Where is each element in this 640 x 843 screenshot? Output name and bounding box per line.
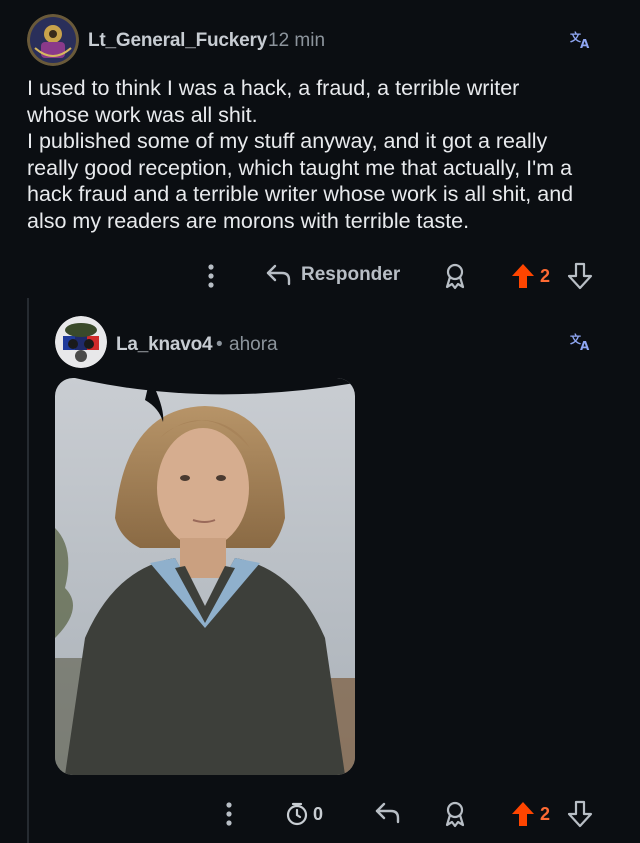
- reply-label: Responder: [301, 264, 401, 285]
- translate-icon[interactable]: 文 A: [570, 332, 592, 357]
- reply-button[interactable]: Responder: [265, 262, 400, 288]
- username[interactable]: La_knavo4: [116, 334, 213, 356]
- upvote-button[interactable]: 2: [510, 800, 550, 828]
- score: 2: [540, 265, 551, 286]
- comment-body: I used to think I was a hack, a fraud, a…: [27, 76, 574, 233]
- separator: •: [216, 334, 223, 355]
- downvote-icon[interactable]: [567, 262, 593, 290]
- timestamp: ahora: [229, 334, 278, 355]
- timer-button[interactable]: 0: [285, 801, 323, 827]
- upvote-icon: [512, 264, 534, 288]
- reply-button[interactable]: [374, 800, 402, 826]
- thread-line: [27, 298, 29, 843]
- svg-text:A: A: [580, 339, 590, 352]
- award-icon[interactable]: [442, 262, 468, 290]
- downvote-icon[interactable]: [567, 800, 593, 828]
- reply-image[interactable]: [55, 378, 355, 775]
- user-avatar[interactable]: [55, 316, 107, 368]
- more-vertical-icon[interactable]: [205, 262, 217, 290]
- timer-icon: [286, 802, 308, 826]
- reply-icon: [375, 802, 400, 824]
- svg-text:A: A: [580, 37, 590, 50]
- translate-icon[interactable]: 文 A: [570, 30, 592, 55]
- user-avatar[interactable]: [27, 14, 79, 66]
- reply-icon: [266, 264, 291, 286]
- upvote-icon: [512, 802, 534, 826]
- timestamp: 12 min: [268, 30, 326, 51]
- username[interactable]: Lt_General_Fuckery: [88, 30, 267, 52]
- upvote-button[interactable]: 2: [510, 262, 550, 290]
- award-icon[interactable]: [442, 800, 468, 828]
- timer-count: 0: [313, 803, 324, 824]
- more-vertical-icon[interactable]: [223, 800, 235, 828]
- score: 2: [540, 803, 551, 824]
